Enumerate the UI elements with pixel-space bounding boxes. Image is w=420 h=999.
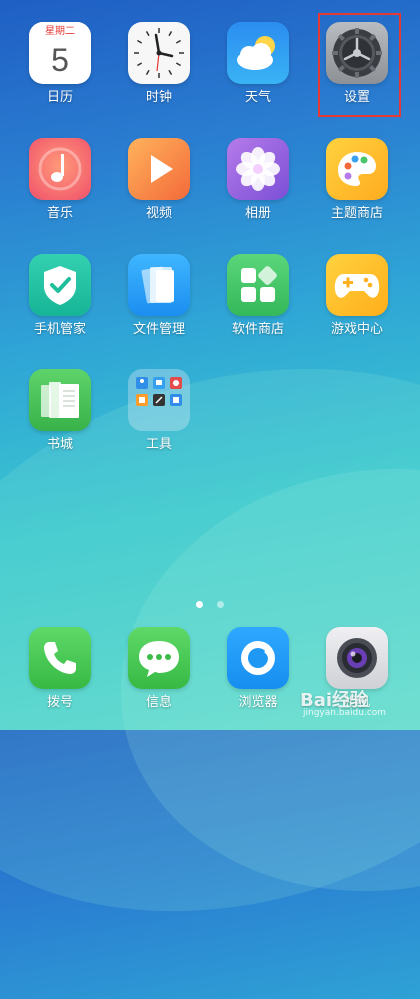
app-book-city[interactable]: 书城 bbox=[10, 369, 110, 453]
app-label: 天气 bbox=[244, 90, 271, 105]
dock-messages[interactable]: 信息 bbox=[109, 627, 209, 711]
app-label: 手机管家 bbox=[33, 322, 86, 337]
camera-lens-icon bbox=[326, 627, 388, 689]
play-icon bbox=[128, 138, 190, 200]
flower-icon bbox=[227, 138, 289, 200]
phone-icon bbox=[29, 627, 91, 689]
app-label: 主题商店 bbox=[330, 206, 383, 221]
app-software-store[interactable]: 软件商店 bbox=[208, 254, 308, 338]
apps-grid-icon bbox=[227, 254, 289, 316]
palette-icon bbox=[326, 138, 388, 200]
app-label: 音乐 bbox=[46, 206, 73, 221]
app-label: 游戏中心 bbox=[330, 322, 383, 337]
app-clock[interactable]: 时钟 bbox=[109, 22, 209, 106]
page-dot[interactable] bbox=[216, 601, 224, 608]
calendar-day: 5 bbox=[51, 42, 69, 78]
app-label: 视频 bbox=[145, 206, 172, 221]
settings-highlight-box bbox=[318, 13, 401, 117]
folder-icon bbox=[128, 369, 190, 431]
app-game-center[interactable]: 游戏中心 bbox=[307, 254, 407, 338]
music-note-icon bbox=[29, 138, 91, 200]
page-indicator bbox=[0, 593, 420, 612]
app-label: 软件商店 bbox=[231, 322, 284, 337]
app-label: 信息 bbox=[145, 695, 172, 710]
app-label: 浏览器 bbox=[238, 695, 278, 710]
browser-icon bbox=[227, 627, 289, 689]
clock-icon bbox=[128, 22, 190, 84]
message-bubble-icon bbox=[128, 627, 190, 689]
gamepad-icon bbox=[326, 254, 388, 316]
app-phone-manager[interactable]: 手机管家 bbox=[10, 254, 110, 338]
calendar-icon: 星期二 5 bbox=[29, 22, 91, 84]
book-icon bbox=[29, 369, 91, 431]
page-dot-active[interactable] bbox=[196, 601, 204, 608]
calendar-weekday: 星期二 bbox=[29, 22, 91, 40]
app-weather[interactable]: 天气 bbox=[208, 22, 308, 106]
app-music[interactable]: 音乐 bbox=[10, 138, 110, 222]
dock-dialer[interactable]: 拨号 bbox=[10, 627, 110, 711]
app-label: 文件管理 bbox=[132, 322, 185, 337]
app-video[interactable]: 视频 bbox=[109, 138, 209, 222]
app-theme-store[interactable]: 主题商店 bbox=[307, 138, 407, 222]
baidu-watermark-url: jingyan.baidu.com bbox=[303, 708, 387, 718]
app-label: 时钟 bbox=[145, 90, 172, 105]
app-label: 工具 bbox=[145, 437, 172, 452]
dock-browser[interactable]: 浏览器 bbox=[208, 627, 308, 711]
app-label: 日历 bbox=[46, 90, 73, 105]
folder-icon bbox=[128, 254, 190, 316]
shield-icon bbox=[29, 254, 91, 316]
app-label: 相册 bbox=[244, 206, 271, 221]
app-label: 拨号 bbox=[46, 695, 73, 710]
weather-icon bbox=[227, 22, 289, 84]
app-calendar[interactable]: 星期二 5 日历 bbox=[10, 22, 110, 106]
folder-tools[interactable]: 工具 bbox=[109, 369, 209, 453]
app-gallery[interactable]: 相册 bbox=[208, 138, 308, 222]
app-label: 书城 bbox=[46, 437, 73, 452]
app-file-manager[interactable]: 文件管理 bbox=[109, 254, 209, 338]
